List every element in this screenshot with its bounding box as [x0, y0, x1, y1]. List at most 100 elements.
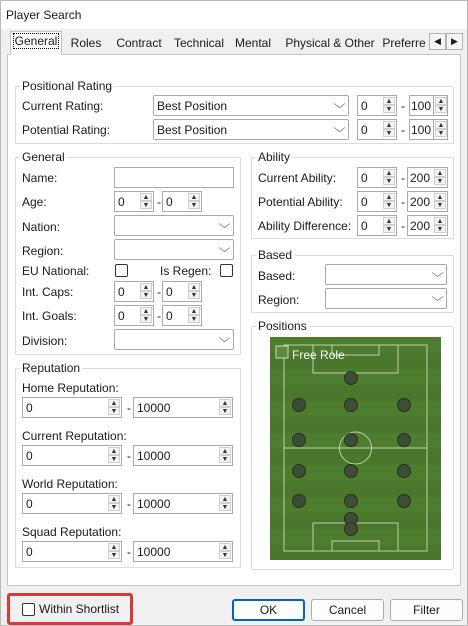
player-search-window: Player Search General Roles Contract Tec… [0, 0, 468, 626]
based-select[interactable]: ⌵ [325, 264, 447, 285]
spin-up-icon: ▲ [383, 217, 395, 225]
based-region-select[interactable]: ⌵ [325, 288, 447, 309]
int-goals-min[interactable]: 0 ▲ ▼ [114, 305, 154, 326]
ability-difference-label: Ability Difference: [258, 219, 352, 233]
region-select[interactable]: ⌵ [114, 239, 234, 260]
spin-up-icon: ▲ [434, 217, 446, 225]
nation-select[interactable]: ⌵ [114, 215, 234, 236]
potential-ability-min[interactable]: 0 ▲ ▼ [357, 191, 397, 212]
position-slot-marker[interactable] [344, 398, 358, 412]
position-slot-marker[interactable] [397, 464, 411, 478]
spin-down-icon: ▼ [219, 551, 231, 559]
current-ability-max[interactable]: 200 ▲ ▼ [407, 167, 448, 188]
world-reputation-max[interactable]: 10000 ▲ ▼ [133, 493, 233, 514]
int-caps-max[interactable]: 0 ▲ ▼ [162, 281, 202, 302]
filter-button[interactable]: Filter [390, 599, 463, 621]
ability-difference-max[interactable]: 200 ▲ ▼ [407, 215, 448, 236]
chevron-down-icon: ⌵ [431, 266, 444, 280]
tab-general[interactable]: General [10, 31, 62, 55]
based-region-label: Region: [258, 293, 300, 307]
spin-up-icon: ▲ [188, 307, 200, 315]
is-regen-checkbox[interactable] [220, 264, 233, 277]
positions-pitch: Free Role [270, 337, 441, 560]
age-max[interactable]: 0 ▲ ▼ [162, 191, 202, 212]
tab-contract[interactable]: Contract [112, 34, 166, 54]
within-shortlist-label[interactable]: Within Shortlist [39, 602, 119, 616]
chevron-down-icon: ⌵ [218, 331, 231, 345]
home-reputation-min[interactable]: 0 ▲ ▼ [22, 397, 122, 418]
spin-down-icon: ▼ [434, 225, 446, 233]
tab-scroll-left-icon[interactable]: ◀ [429, 33, 446, 50]
ok-button[interactable]: OK [232, 599, 305, 621]
position-slot-marker[interactable] [397, 494, 411, 508]
spin-down-icon: ▼ [188, 315, 200, 323]
potential-rating-select[interactable]: Best Position ⌵ [153, 119, 349, 140]
potential-ability-max[interactable]: 200 ▲ ▼ [407, 191, 448, 212]
int-caps-min[interactable]: 0 ▲ ▼ [114, 281, 154, 302]
current-rating-select[interactable]: Best Position ⌵ [153, 95, 349, 116]
spin-down-icon: ▼ [434, 177, 446, 185]
tab-technical[interactable]: Technical [171, 34, 227, 54]
position-slot-marker[interactable] [397, 398, 411, 412]
within-shortlist-checkbox[interactable] [22, 603, 35, 616]
current-reputation-max[interactable]: 10000 ▲ ▼ [133, 445, 233, 466]
squad-reputation-min[interactable]: 0 ▲ ▼ [22, 541, 122, 562]
spin-up-icon: ▲ [434, 193, 446, 201]
tab-physical-other[interactable]: Physical & Other [281, 34, 379, 54]
position-slot-marker[interactable] [344, 433, 358, 447]
spin-up-icon: ▲ [435, 121, 447, 129]
spin-down-icon: ▼ [108, 551, 120, 559]
position-slot-marker[interactable] [292, 494, 306, 508]
chevron-down-icon: ⌵ [431, 290, 444, 304]
potential-rating-label: Potential Rating: [22, 123, 111, 137]
current-reputation-min[interactable]: 0 ▲ ▼ [22, 445, 122, 466]
position-slot-marker[interactable] [344, 371, 358, 385]
world-reputation-min[interactable]: 0 ▲ ▼ [22, 493, 122, 514]
chevron-down-icon: ⌵ [333, 121, 346, 135]
world-reputation-label: World Reputation: [22, 477, 118, 491]
int-caps-label: Int. Caps: [22, 285, 74, 299]
tab-mental[interactable]: Mental [231, 34, 275, 54]
home-reputation-label: Home Reputation: [22, 381, 119, 395]
spin-up-icon: ▲ [383, 169, 395, 177]
spin-up-icon: ▲ [108, 543, 120, 551]
current-rating-max[interactable]: 100 [409, 95, 434, 116]
spin-up-icon: ▲ [383, 193, 395, 201]
potential-ability-label: Potential Ability: [258, 195, 343, 209]
squad-reputation-max[interactable]: 10000 ▲ ▼ [133, 541, 233, 562]
home-reputation-max[interactable]: 10000 ▲ ▼ [133, 397, 233, 418]
age-label: Age: [22, 195, 47, 209]
position-slot-marker[interactable] [344, 522, 358, 536]
tab-preferred[interactable]: Preferre [382, 34, 426, 54]
current-rating-min[interactable]: 0 ▲ ▼ [357, 95, 397, 116]
division-select[interactable]: ⌵ [114, 329, 234, 350]
tab-scroll-right-icon[interactable]: ▶ [446, 33, 463, 50]
cancel-button[interactable]: Cancel [311, 599, 384, 621]
position-slot-marker[interactable] [292, 433, 306, 447]
spin-up-icon: ▲ [140, 307, 152, 315]
window-title: Player Search [6, 8, 82, 22]
position-slot-marker[interactable] [292, 464, 306, 478]
position-slot-marker[interactable] [292, 398, 306, 412]
tab-roles[interactable]: Roles [68, 34, 104, 54]
spin-up-icon: ▲ [188, 193, 200, 201]
spin-up-icon: ▲ [108, 495, 120, 503]
spin-up-icon: ▲ [188, 283, 200, 291]
spin-down-icon: ▼ [140, 315, 152, 323]
eu-national-label: EU National: [22, 264, 90, 278]
eu-national-checkbox[interactable] [115, 264, 128, 277]
potential-rating-max[interactable]: 100 [409, 119, 434, 140]
position-slot-marker[interactable] [397, 433, 411, 447]
position-slot-marker[interactable] [344, 464, 358, 478]
ability-difference-min[interactable]: 0 ▲ ▼ [357, 215, 397, 236]
potential-rating-min[interactable]: 0 ▲ ▼ [357, 119, 397, 140]
name-input[interactable] [114, 167, 234, 188]
position-slot-marker[interactable] [344, 494, 358, 508]
current-ability-min[interactable]: 0 ▲ ▼ [357, 167, 397, 188]
int-goals-max[interactable]: 0 ▲ ▼ [162, 305, 202, 326]
division-label: Division: [22, 334, 68, 348]
name-label: Name: [22, 171, 58, 185]
current-reputation-label: Current Reputation: [22, 429, 127, 443]
current-ability-label: Current Ability: [258, 171, 337, 185]
age-min[interactable]: 0 ▲ ▼ [114, 191, 154, 212]
